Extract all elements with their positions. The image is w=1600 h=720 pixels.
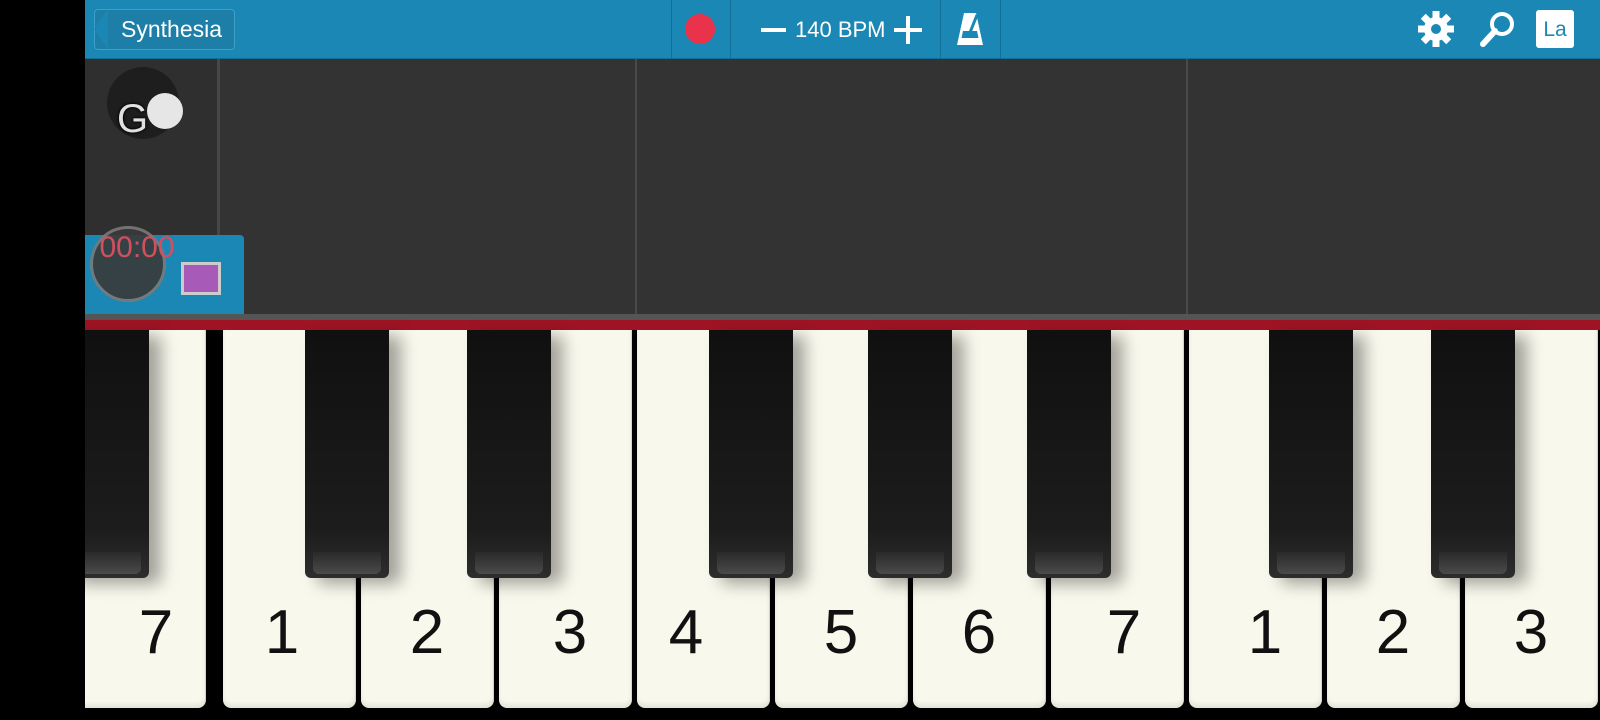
toolbar-divider — [940, 0, 941, 58]
key-number: 4 — [668, 598, 704, 667]
back-button[interactable]: Synthesia — [94, 9, 236, 50]
key-number: 7 — [138, 598, 174, 667]
bpm-value: 140 BPM — [795, 17, 886, 42]
bar-line — [635, 59, 637, 314]
black-key[interactable] — [1431, 330, 1515, 578]
metronome-icon — [957, 13, 983, 45]
black-key[interactable] — [868, 330, 952, 578]
hand-toggle[interactable]: G — [107, 67, 183, 141]
synthesia-screen: Synthesia 140 BPM La G 00:00 7 1 2 3 4 5… — [85, 0, 1600, 720]
toolbar-divider — [1000, 0, 1001, 58]
black-key[interactable] — [1269, 330, 1353, 578]
timer-panel: 00:00 — [85, 226, 244, 322]
key-number: 3 — [552, 598, 588, 667]
key-number: 1 — [264, 598, 300, 667]
bar-line — [1186, 59, 1188, 314]
bpm-increase-button[interactable] — [894, 16, 922, 44]
key-number: 1 — [1247, 598, 1283, 667]
language-button[interactable]: La — [1536, 10, 1574, 48]
back-arrow-icon — [94, 9, 108, 49]
toggle-letter: G — [117, 97, 149, 141]
key-number: 7 — [1106, 598, 1142, 667]
record-button[interactable] — [685, 14, 715, 44]
black-key[interactable] — [709, 330, 793, 578]
key-number: 5 — [823, 598, 859, 667]
bpm-decrease-button[interactable] — [761, 28, 786, 32]
piano-keyboard: 7 1 2 3 4 5 6 7 1 2 3 — [85, 330, 1600, 710]
key-number: 2 — [1375, 598, 1411, 667]
key-number: 6 — [961, 598, 997, 667]
gear-icon — [1418, 11, 1454, 47]
toggle-dot — [147, 93, 183, 129]
black-key[interactable] — [467, 330, 551, 578]
toolbar-divider — [730, 0, 731, 58]
key-number: 3 — [1513, 598, 1549, 667]
search-button[interactable] — [1479, 10, 1517, 48]
note-roll — [85, 59, 1600, 314]
key-number: 2 — [409, 598, 445, 667]
timer-display: 00:00 — [99, 231, 175, 264]
bottom-edge — [85, 708, 1600, 720]
toolbar-divider — [671, 0, 672, 58]
app-window: Synthesia 140 BPM La G 00:00 7 1 2 3 4 5… — [0, 0, 1600, 720]
black-key[interactable] — [305, 330, 389, 578]
keyboard-felt — [85, 320, 1600, 330]
timer-button[interactable]: 00:00 — [90, 226, 175, 302]
search-icon — [1480, 12, 1514, 47]
black-key[interactable] — [1027, 330, 1111, 578]
track-color-swatch[interactable] — [181, 262, 221, 295]
black-key[interactable] — [85, 330, 149, 578]
metronome-button[interactable] — [955, 11, 985, 47]
back-button-label: Synthesia — [121, 16, 223, 42]
top-toolbar: Synthesia 140 BPM La — [85, 0, 1600, 59]
settings-button[interactable] — [1417, 10, 1455, 48]
